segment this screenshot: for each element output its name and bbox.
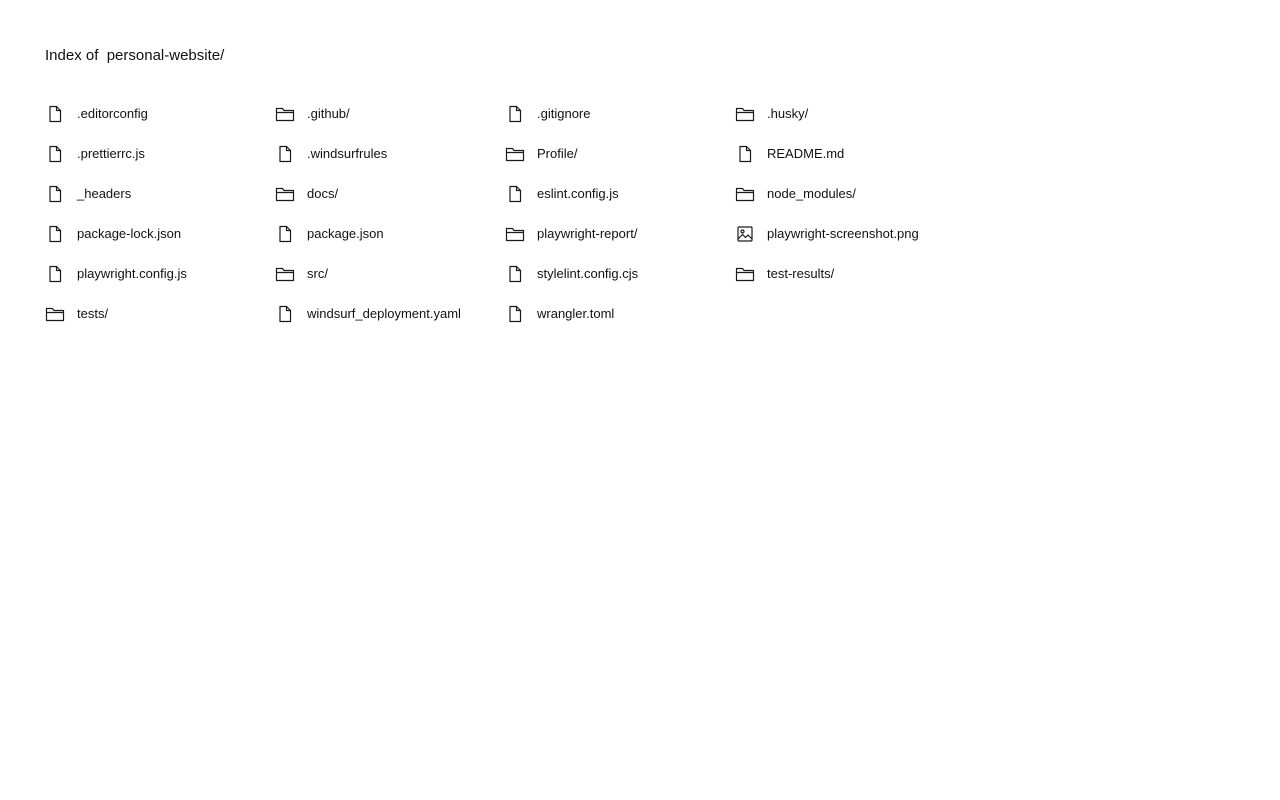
file-entry[interactable]: .prettierrc.js bbox=[45, 144, 275, 164]
file-icon bbox=[45, 184, 65, 204]
file-entry[interactable]: README.md bbox=[735, 144, 965, 164]
folder-entry[interactable]: playwright-report/ bbox=[505, 224, 735, 244]
entry-name: src/ bbox=[307, 266, 328, 281]
file-entry[interactable]: wrangler.toml bbox=[505, 304, 735, 324]
file-entry[interactable]: .windsurfrules bbox=[275, 144, 505, 164]
file-entry[interactable]: stylelint.config.cjs bbox=[505, 264, 735, 284]
entry-name: .github/ bbox=[307, 106, 350, 121]
folder-entry[interactable]: .husky/ bbox=[735, 104, 965, 124]
folder-entry[interactable]: docs/ bbox=[275, 184, 505, 204]
file-icon bbox=[275, 304, 295, 324]
folder-icon bbox=[735, 264, 755, 284]
file-entry[interactable]: _headers bbox=[45, 184, 275, 204]
entry-name: eslint.config.js bbox=[537, 186, 619, 201]
file-entry[interactable]: windsurf_deployment.yaml bbox=[275, 304, 505, 324]
folder-entry[interactable]: .github/ bbox=[275, 104, 505, 124]
title-prefix: Index of bbox=[45, 47, 99, 64]
file-icon bbox=[275, 144, 295, 164]
folder-icon bbox=[735, 184, 755, 204]
entry-name: node_modules/ bbox=[767, 186, 856, 201]
entry-name: playwright-report/ bbox=[537, 226, 638, 241]
folder-icon bbox=[505, 224, 525, 244]
file-icon bbox=[735, 144, 755, 164]
file-icon bbox=[505, 264, 525, 284]
folder-icon bbox=[275, 104, 295, 124]
file-listing: .editorconfig .github/ .gitignore .husky… bbox=[45, 104, 1280, 344]
entry-name: tests/ bbox=[77, 306, 109, 321]
file-entry[interactable]: eslint.config.js bbox=[505, 184, 735, 204]
file-icon bbox=[45, 144, 65, 164]
entry-name: package-lock.json bbox=[77, 226, 182, 241]
folder-entry[interactable]: node_modules/ bbox=[735, 184, 965, 204]
file-icon bbox=[45, 224, 65, 244]
page-title: Index of personal-website/ bbox=[45, 46, 1280, 66]
entry-name: package.json bbox=[307, 226, 384, 241]
file-icon bbox=[45, 104, 65, 124]
entry-name: .husky/ bbox=[767, 106, 809, 121]
image-file-entry[interactable]: playwright-screenshot.png bbox=[735, 224, 965, 244]
file-icon bbox=[505, 304, 525, 324]
entry-name: wrangler.toml bbox=[537, 306, 615, 321]
file-entry[interactable]: .gitignore bbox=[505, 104, 735, 124]
entry-name: .editorconfig bbox=[77, 106, 148, 121]
folder-icon bbox=[45, 304, 65, 324]
entry-name: .windsurfrules bbox=[307, 146, 388, 161]
file-entry[interactable]: playwright.config.js bbox=[45, 264, 275, 284]
file-entry[interactable]: package.json bbox=[275, 224, 505, 244]
folder-entry[interactable]: Profile/ bbox=[505, 144, 735, 164]
file-icon bbox=[505, 104, 525, 124]
folder-icon bbox=[275, 264, 295, 284]
entry-name: playwright.config.js bbox=[77, 266, 187, 281]
image-icon bbox=[735, 224, 755, 244]
directory-index-page: Index of personal-website/ .editorconfig… bbox=[0, 0, 1280, 800]
folder-icon bbox=[735, 104, 755, 124]
folder-entry[interactable]: test-results/ bbox=[735, 264, 965, 284]
entry-name: stylelint.config.cjs bbox=[537, 266, 639, 281]
entry-name: windsurf_deployment.yaml bbox=[307, 306, 461, 321]
entry-name: playwright-screenshot.png bbox=[767, 226, 919, 241]
file-icon bbox=[275, 224, 295, 244]
entry-name: docs/ bbox=[307, 186, 339, 201]
folder-entry[interactable]: tests/ bbox=[45, 304, 275, 324]
entry-name: .prettierrc.js bbox=[77, 146, 145, 161]
directory-name: personal-website/ bbox=[106, 47, 225, 64]
entry-name: Profile/ bbox=[537, 146, 578, 161]
file-icon bbox=[505, 184, 525, 204]
entry-name: README.md bbox=[767, 146, 845, 161]
file-icon bbox=[45, 264, 65, 284]
file-entry[interactable]: package-lock.json bbox=[45, 224, 275, 244]
folder-icon bbox=[275, 184, 295, 204]
entry-name: .gitignore bbox=[537, 106, 591, 121]
folder-icon bbox=[505, 144, 525, 164]
entry-name: test-results/ bbox=[767, 266, 835, 281]
folder-entry[interactable]: src/ bbox=[275, 264, 505, 284]
file-entry[interactable]: .editorconfig bbox=[45, 104, 275, 124]
entry-name: _headers bbox=[77, 186, 132, 201]
